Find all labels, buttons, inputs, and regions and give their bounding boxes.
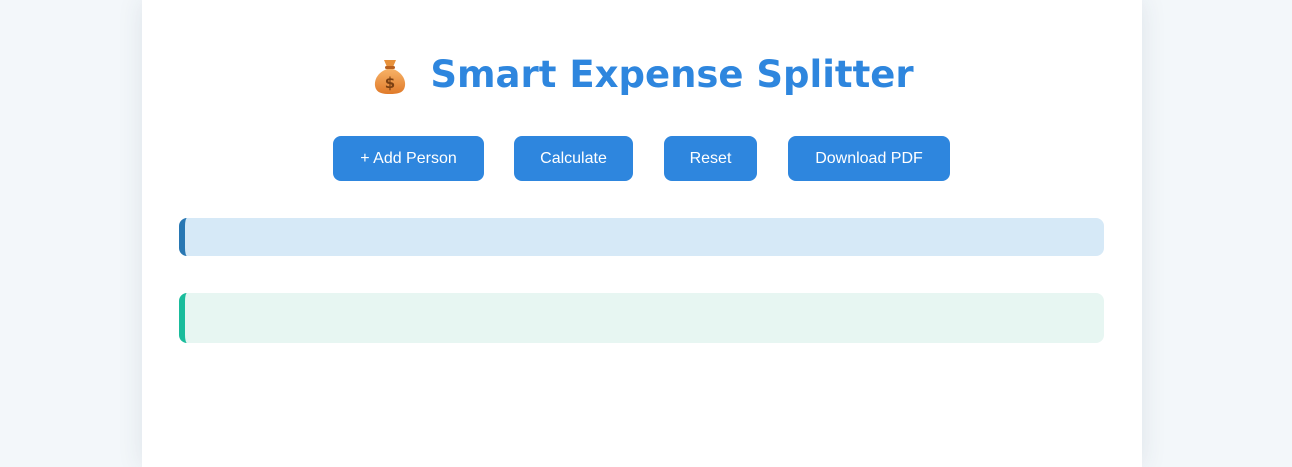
svg-text:$: $	[385, 74, 395, 92]
money-bag-icon: $	[370, 56, 410, 96]
main-card: $ Smart Expense Splitter + Add Person Ca…	[142, 0, 1142, 467]
download-pdf-button[interactable]: Download PDF	[788, 136, 950, 181]
summary-panel	[179, 218, 1104, 256]
header: $ Smart Expense Splitter	[142, 44, 1142, 104]
page-title: Smart Expense Splitter	[430, 52, 914, 96]
settlement-panel	[179, 293, 1104, 343]
calculate-button[interactable]: Calculate	[514, 136, 633, 181]
action-toolbar: + Add Person Calculate Reset Download PD…	[333, 136, 950, 181]
add-person-button[interactable]: + Add Person	[333, 136, 484, 181]
reset-button[interactable]: Reset	[664, 136, 757, 181]
